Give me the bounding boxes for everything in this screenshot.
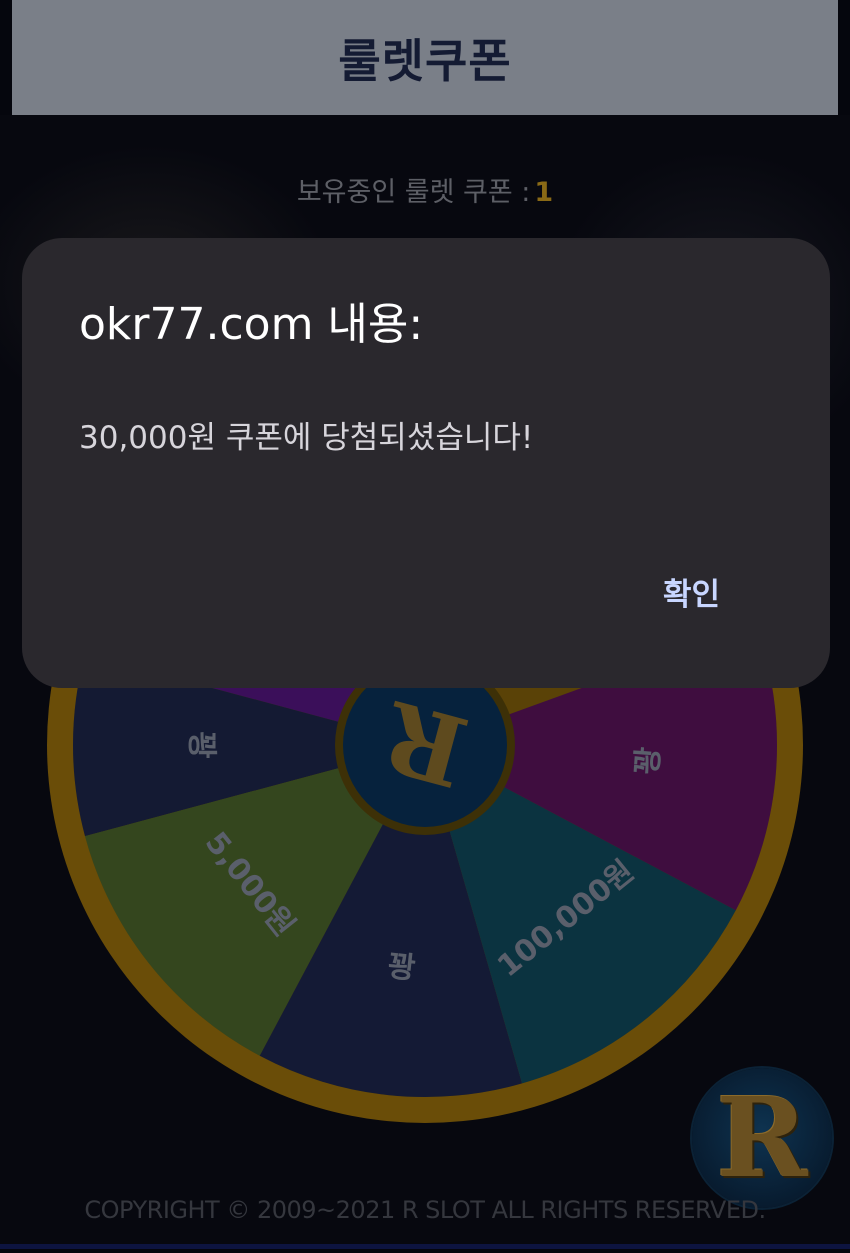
dialog-title: okr77.com 내용: — [79, 299, 424, 350]
bottom-bar — [0, 1244, 850, 1249]
dialog-message: 30,000원 쿠폰에 당첨되셨습니다! — [79, 420, 534, 456]
wheel-segment-label: 꽝 — [184, 731, 219, 759]
r-logo-badge[interactable]: R — [692, 1068, 832, 1208]
r-logo-letter: R — [716, 1073, 808, 1202]
alert-dialog: okr77.com 내용: 30,000원 쿠폰에 당첨되셨습니다! 확인 — [22, 238, 830, 688]
wheel-segment-label: 꽝 — [386, 949, 417, 987]
wheel-segment-label: 꽝 — [630, 746, 667, 776]
confirm-button[interactable]: 확인 — [663, 569, 720, 614]
footer-copyright: COPYRIGHT © 2009~2021 R SLOT ALL RIGHTS … — [84, 1196, 766, 1224]
